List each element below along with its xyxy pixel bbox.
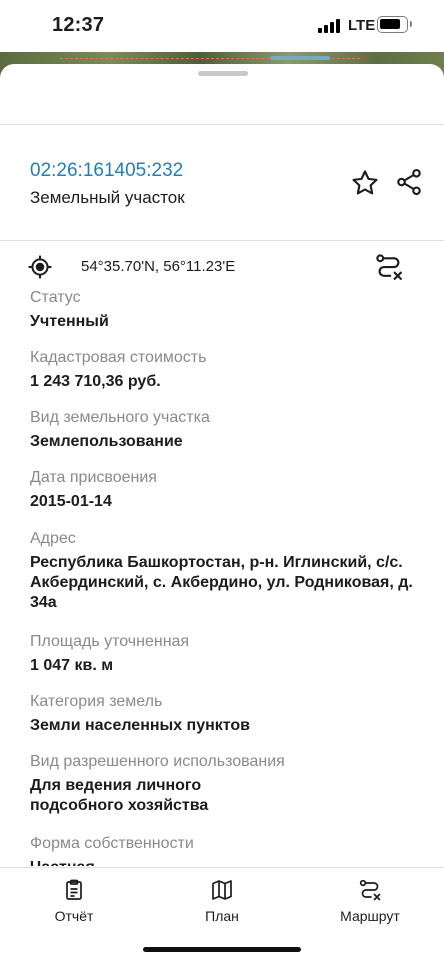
property-label: Площадь уточненная bbox=[30, 633, 190, 650]
coordinates-text[interactable]: 54°35.70'N, 56°11.23'E bbox=[81, 258, 235, 275]
status-bar: 12:37 LTE bbox=[0, 0, 444, 52]
coordinates-row: 54°35.70'N, 56°11.23'E bbox=[0, 242, 444, 292]
property-label: Форма собственности bbox=[30, 835, 194, 852]
tab-label: Отчёт bbox=[54, 908, 94, 924]
status-time: 12:37 bbox=[52, 14, 105, 36]
property-value: Частная bbox=[30, 858, 420, 866]
tab-bar: Отчёт План Маршрут bbox=[0, 867, 444, 960]
clipboard-icon bbox=[66, 879, 82, 900]
property-status: Статус Учтенный bbox=[30, 288, 420, 332]
property-land-type: Вид земельного участка Землепользование bbox=[30, 408, 420, 452]
property-label: Адрес bbox=[30, 530, 76, 547]
home-indicator[interactable] bbox=[143, 947, 301, 952]
property-assigned-date: Дата присвоения 2015-01-14 bbox=[30, 468, 420, 512]
property-label: Вид разрешенного использования bbox=[30, 753, 285, 770]
route-icon bbox=[359, 879, 381, 901]
property-permitted-use: Вид разрешенного использования Для веден… bbox=[30, 752, 285, 816]
tab-report[interactable]: Отчёт bbox=[14, 878, 134, 926]
property-value[interactable]: Республика Башкортостан, р-н. Иглинский,… bbox=[30, 553, 420, 613]
tab-route[interactable]: Маршрут bbox=[310, 878, 430, 926]
network-type: LTE bbox=[348, 17, 376, 34]
signal-icon bbox=[318, 19, 344, 33]
property-value: 1 047 кв. м bbox=[30, 657, 114, 674]
bottom-sheet: 02:26:161405:232 Земельный участок 54°35… bbox=[0, 64, 444, 960]
property-ownership: Форма собственности Частная bbox=[30, 834, 420, 866]
properties-list[interactable]: Статус Учтенный Кадастровая стоимость 1 … bbox=[0, 286, 444, 866]
property-land-category: Категория земель Земли населенных пункто… bbox=[30, 692, 420, 736]
tab-label: Маршрут bbox=[340, 908, 400, 924]
star-icon[interactable] bbox=[350, 168, 380, 198]
divider bbox=[0, 124, 444, 125]
property-value: Землепользование bbox=[30, 433, 183, 450]
tab-plan[interactable]: План bbox=[162, 878, 282, 926]
object-type: Земельный участок bbox=[30, 188, 185, 207]
map-icon bbox=[212, 880, 232, 900]
property-label: Кадастровая стоимость bbox=[30, 349, 207, 366]
property-label: Дата присвоения bbox=[30, 469, 157, 486]
property-cadastral-value: Кадастровая стоимость 1 243 710,36 руб. bbox=[30, 348, 420, 392]
property-area: Площадь уточненная 1 047 кв. м bbox=[30, 632, 420, 676]
property-value: 1 243 710,36 руб. bbox=[30, 373, 161, 390]
property-label: Категория земель bbox=[30, 693, 163, 710]
property-value: Для ведения личного подсобного хозяйства bbox=[30, 777, 209, 814]
property-value: 2015-01-14 bbox=[30, 493, 112, 510]
cadastral-number[interactable]: 02:26:161405:232 bbox=[30, 160, 183, 182]
sheet-grabber[interactable] bbox=[198, 71, 248, 76]
route-off-icon[interactable] bbox=[374, 252, 404, 282]
tab-label: План bbox=[205, 908, 239, 924]
divider bbox=[0, 240, 444, 241]
property-value: Земли населенных пунктов bbox=[30, 717, 251, 734]
property-value: Учтенный bbox=[30, 313, 109, 330]
gps-icon[interactable] bbox=[27, 254, 53, 280]
battery-icon bbox=[377, 16, 412, 33]
property-address: Адрес Республика Башкортостан, р-н. Игли… bbox=[30, 529, 420, 613]
property-label: Вид земельного участка bbox=[30, 409, 210, 426]
property-label: Статус bbox=[30, 289, 81, 306]
share-icon[interactable] bbox=[394, 167, 424, 197]
